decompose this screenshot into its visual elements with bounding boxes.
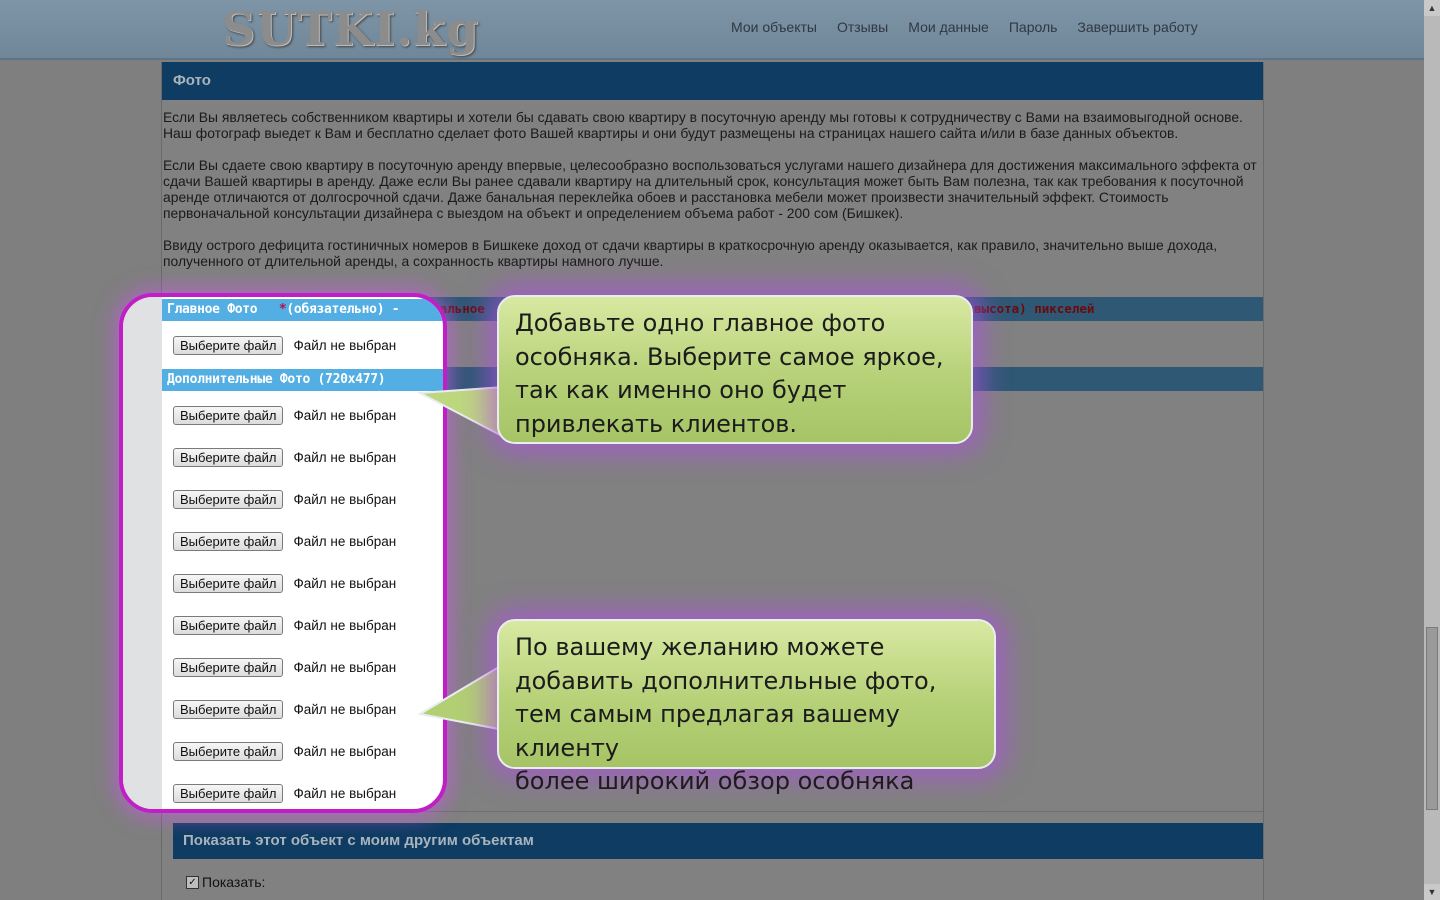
file-status: Файл не выбран [293, 337, 397, 353]
choose-file-button[interactable]: Выберите файл [173, 447, 284, 467]
show-checkbox[interactable]: ✓ [186, 875, 199, 889]
required-text: (обязательно) [286, 302, 385, 317]
choose-file-button[interactable]: Выберите файл [173, 657, 284, 677]
choose-file-button[interactable]: Выберите файл [173, 335, 284, 355]
min-size-note-end: высота) пикселей [974, 301, 1095, 316]
choose-file-button[interactable]: Выберите файл [173, 405, 284, 425]
callout-main-photo: Добавьте одно главное фото особняка. Выб… [497, 295, 973, 444]
nav-my-data[interactable]: Мои данные [908, 19, 989, 35]
extra-photo-input: Выберите файл Файл не выбран [173, 615, 396, 635]
choose-file-button[interactable]: Выберите файл [173, 489, 284, 509]
extra-photo-input: Выберите файл Файл не выбран [173, 657, 396, 677]
extra-photo-input: Выберите файл Файл не выбран [173, 783, 396, 803]
callout-main-text: Добавьте одно главное фото особняка. Выб… [515, 309, 944, 438]
nav-my-objects[interactable]: Мои объекты [731, 19, 817, 35]
show-checkbox-label: Показать: [202, 874, 266, 890]
file-status: Файл не выбран [293, 743, 397, 759]
top-bar: SUTKI.kg Мои объекты Отзывы Мои данные П… [0, 0, 1424, 60]
extra-photo-input: Выберите файл Файл не выбран [173, 447, 396, 467]
nav-password[interactable]: Пароль [1009, 19, 1058, 35]
choose-file-button[interactable]: Выберите файл [173, 573, 284, 593]
choose-file-button[interactable]: Выберите файл [173, 615, 284, 635]
photo-upload-panel: Главное Фото *(обязательно) - Выберите ф… [119, 293, 447, 813]
extra-photo-input: Выберите файл Файл не выбран [173, 531, 396, 551]
choose-file-button[interactable]: Выберите файл [173, 783, 284, 803]
file-status: Файл не выбран [293, 533, 397, 549]
main-photo-label: Главное Фото [167, 302, 258, 317]
show-section-title: Показать этот объект с моим другим объек… [173, 823, 1263, 859]
callout-tail [418, 662, 505, 732]
scroll-down-icon[interactable]: ▼ [1424, 884, 1440, 900]
main-nav: Мои объекты Отзывы Мои данные Пароль Зав… [731, 19, 1198, 35]
callout-extra-photos: По вашему желанию можете добавить дополн… [497, 619, 996, 795]
file-status: Файл не выбран [293, 575, 397, 591]
file-status: Файл не выбран [293, 785, 397, 801]
section-title: Фото [162, 62, 1263, 100]
file-status: Файл не выбран [293, 449, 397, 465]
intro-text: Если Вы являетесь собственником квартиры… [163, 109, 1261, 285]
main-photo-input: Выберите файл Файл не выбран [173, 335, 396, 355]
extra-photo-input: Выберите файл Файл не выбран [173, 573, 396, 593]
main-photo-header: Главное Фото *(обязательно) - [162, 299, 443, 321]
intro-paragraph: Если Вы являетесь собственником квартиры… [163, 109, 1243, 141]
file-status: Файл не выбран [293, 491, 397, 507]
panel-margin [123, 297, 162, 809]
extra-photo-input: Выберите файл Файл не выбран [173, 489, 396, 509]
file-status: Файл не выбран [293, 701, 397, 717]
file-status: Файл не выбран [293, 617, 397, 633]
site-logo[interactable]: SUTKI.kg [222, 2, 479, 56]
choose-file-button[interactable]: Выберите файл [173, 699, 284, 719]
scrollbar[interactable]: ▲ ▼ [1424, 0, 1440, 900]
required-dash: - [384, 302, 400, 317]
intro-paragraph: Если Вы сдаете свою квартиру в посуточну… [163, 157, 1257, 221]
file-status: Файл не выбран [293, 407, 397, 423]
choose-file-button[interactable]: Выберите файл [173, 741, 284, 761]
choose-file-button[interactable]: Выберите файл [173, 531, 284, 551]
scroll-thumb[interactable] [1426, 627, 1438, 810]
nav-logout[interactable]: Завершить работу [1077, 19, 1197, 35]
callout-tail [418, 385, 505, 439]
extra-photos-header: Дополнительные Фото (720х477) [162, 369, 443, 391]
callout-extra-text: По вашему желанию можете добавить дополн… [515, 633, 937, 795]
file-status: Файл не выбран [293, 659, 397, 675]
extra-photo-input: Выберите файл Файл не выбран [173, 405, 396, 425]
scroll-up-icon[interactable]: ▲ [1424, 0, 1440, 16]
nav-reviews[interactable]: Отзывы [837, 19, 888, 35]
extra-photo-input: Выберите файл Файл не выбран [173, 699, 396, 719]
extra-photo-input: Выберите файл Файл не выбран [173, 741, 396, 761]
show-row: ✓ Показать: [186, 874, 265, 890]
intro-paragraph: Ввиду острого дефицита гостиничных номер… [163, 237, 1218, 269]
